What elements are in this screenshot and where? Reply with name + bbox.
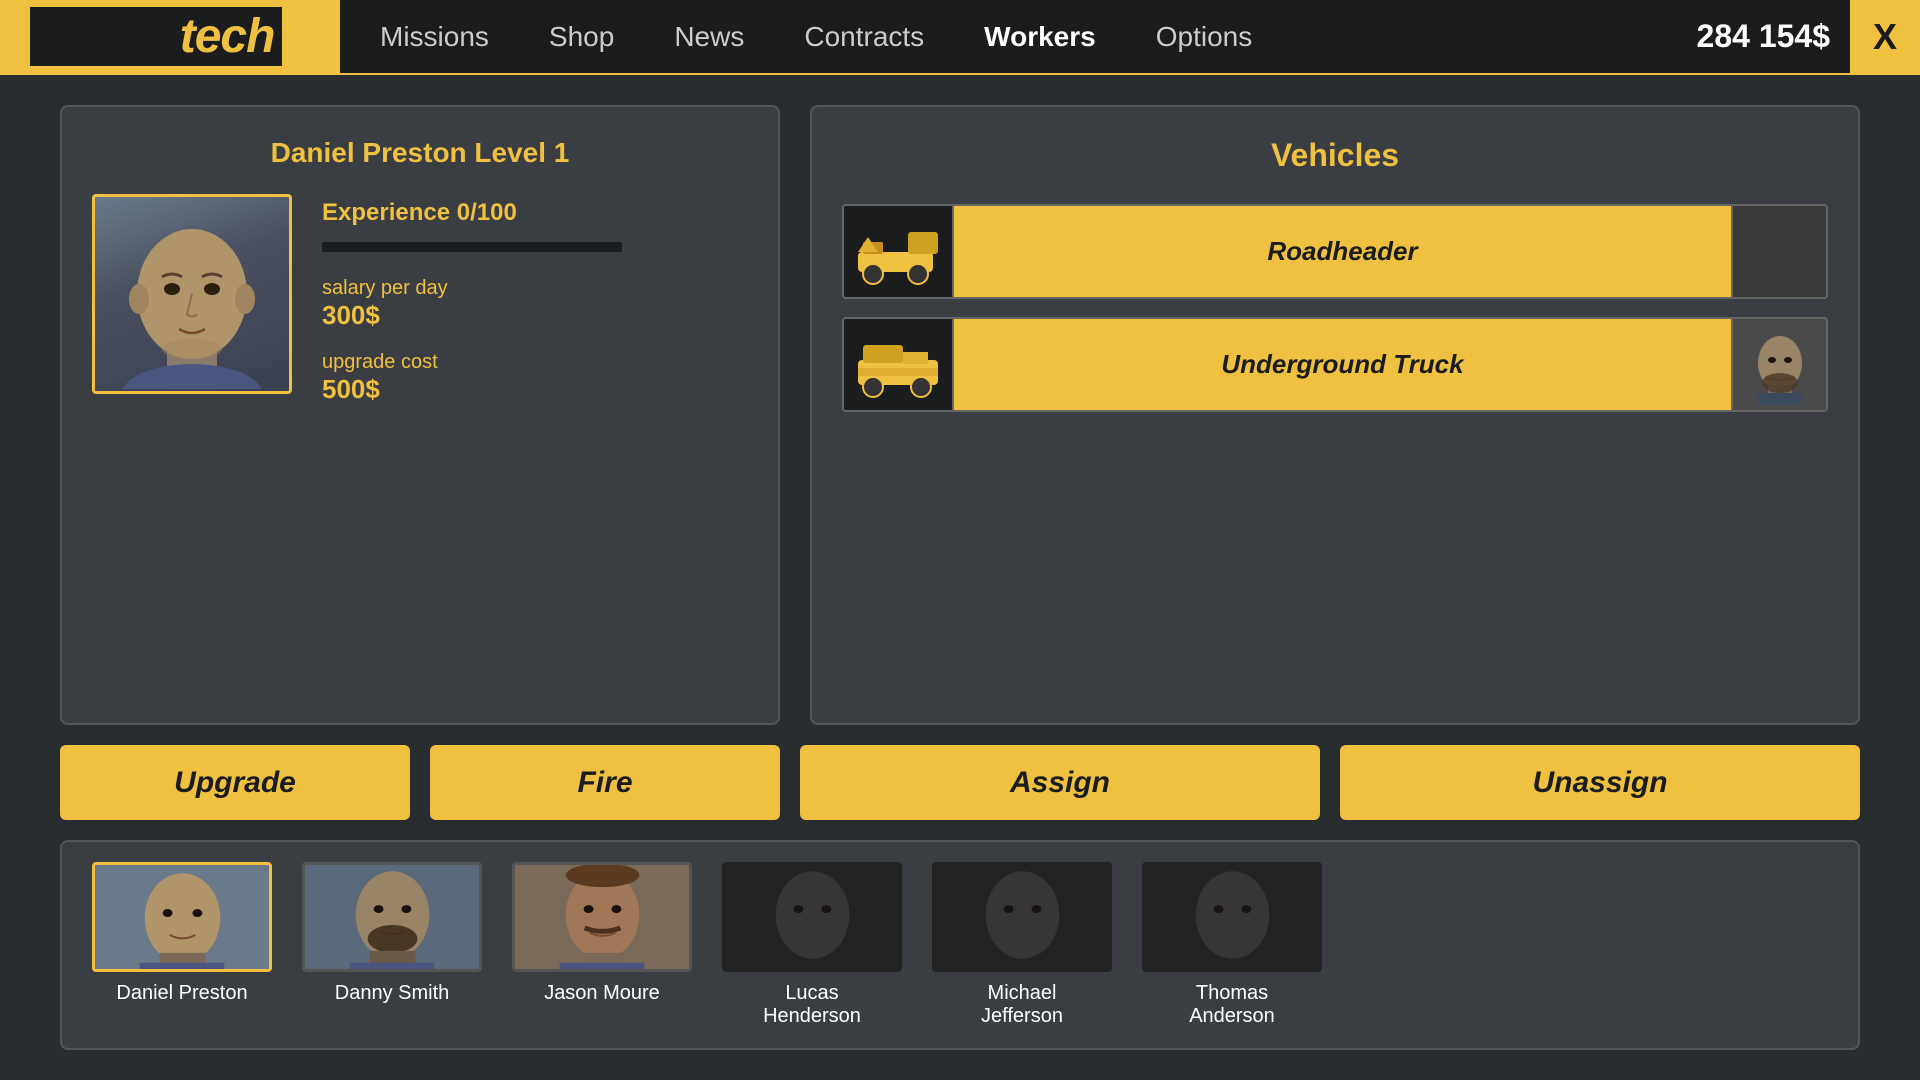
worker-card-thomas[interactable]: Thomas Anderson xyxy=(1142,862,1322,1028)
daniel-face xyxy=(95,863,269,971)
salary-label: salary per day xyxy=(322,277,622,300)
lucas-face xyxy=(725,863,899,971)
worker-panel: Daniel Preston Level 1 xyxy=(60,105,780,725)
main-content: Daniel Preston Level 1 xyxy=(0,75,1920,1080)
upgrade-cost-label: upgrade cost xyxy=(322,351,622,374)
nav-items: Missions Shop News Contracts Workers Opt… xyxy=(340,21,1697,53)
all-buttons-row: Upgrade Fire Assign Unassign xyxy=(60,745,1860,820)
worker-name-lucas: Lucas Henderson xyxy=(763,982,861,1028)
empty-worker-icon xyxy=(1745,217,1815,287)
currency-display: 284 154$ xyxy=(1697,18,1830,55)
topbar: Avedotech Missions Shop News Contracts W… xyxy=(0,0,1920,75)
vehicle-name-roadheader: Roadheader xyxy=(954,206,1731,297)
vehicle-name-underground-truck: Underground Truck xyxy=(954,319,1731,410)
nav-workers[interactable]: Workers xyxy=(984,21,1096,53)
worker-card-daniel[interactable]: Daniel Preston xyxy=(92,862,272,1005)
vehicles-title: Vehicles xyxy=(842,137,1828,174)
worker-info-row: Experience 0/100 salary per day 300$ upg… xyxy=(92,194,748,405)
workers-bar: Daniel Preston Danny Smith xyxy=(60,840,1860,1050)
worker-face-svg xyxy=(107,199,277,389)
worker-thumb-danny[interactable] xyxy=(302,862,482,972)
fire-button[interactable]: Fire xyxy=(430,745,780,820)
worker-avatar xyxy=(92,194,292,394)
unassign-button[interactable]: Unassign xyxy=(1340,745,1860,820)
worker-name-jason: Jason Moure xyxy=(544,982,660,1005)
worker-card-jason[interactable]: Jason Moure xyxy=(512,862,692,1005)
logo-block: Avedotech xyxy=(0,0,340,73)
assign-button[interactable]: Assign xyxy=(800,745,1320,820)
vehicle-worker-underground-truck xyxy=(1731,317,1826,412)
nav-options[interactable]: Options xyxy=(1156,21,1253,53)
nav-news[interactable]: News xyxy=(674,21,744,53)
vehicles-panel: Vehicles Roadheader xyxy=(810,105,1860,725)
worker-title: Daniel Preston Level 1 xyxy=(92,137,748,169)
logo: Avedotech xyxy=(30,7,282,66)
vehicle-image-roadheader xyxy=(844,204,954,299)
worker-avatar-inner xyxy=(95,197,289,391)
nav-contracts[interactable]: Contracts xyxy=(804,21,924,53)
experience-bar xyxy=(322,242,622,252)
worker-thumb-jason[interactable] xyxy=(512,862,692,972)
vehicle-row-roadheader[interactable]: Roadheader xyxy=(842,204,1828,299)
worker-thumb-thomas[interactable] xyxy=(1142,862,1322,972)
upgrade-button[interactable]: Upgrade xyxy=(60,745,410,820)
experience-label: Experience 0/100 xyxy=(322,199,622,227)
worker-thumb-daniel[interactable] xyxy=(92,862,272,972)
logo-text: Avedotech xyxy=(38,10,274,63)
danny-face xyxy=(305,863,479,971)
vehicle-row-underground-truck[interactable]: Underground Truck xyxy=(842,317,1828,412)
upgrade-cost-value: 500$ xyxy=(322,374,622,405)
close-button[interactable]: X xyxy=(1850,0,1920,74)
worker-thumb-lucas[interactable] xyxy=(722,862,902,972)
worker-name-thomas: Thomas Anderson xyxy=(1189,982,1275,1028)
worker-card-michael[interactable]: Michael Jefferson xyxy=(932,862,1112,1028)
salary-value: 300$ xyxy=(322,300,622,331)
assigned-worker-face xyxy=(1740,325,1820,405)
nav-missions[interactable]: Missions xyxy=(380,21,489,53)
nav-shop[interactable]: Shop xyxy=(549,21,614,53)
vehicle-worker-roadheader xyxy=(1731,204,1826,299)
underground-truck-icon xyxy=(853,330,943,400)
logo-part1: Avedo xyxy=(38,10,180,63)
top-panels: Daniel Preston Level 1 xyxy=(60,105,1860,725)
worker-card-danny[interactable]: Danny Smith xyxy=(302,862,482,1005)
logo-part2: tech xyxy=(180,10,275,63)
worker-name-danny: Danny Smith xyxy=(335,982,450,1005)
worker-thumb-michael[interactable] xyxy=(932,862,1112,972)
roadheader-icon xyxy=(853,217,943,287)
worker-stats: Experience 0/100 salary per day 300$ upg… xyxy=(322,194,622,405)
worker-name-daniel: Daniel Preston xyxy=(116,982,247,1005)
vehicle-image-underground-truck xyxy=(844,317,954,412)
worker-card-lucas[interactable]: Lucas Henderson xyxy=(722,862,902,1028)
thomas-face xyxy=(1145,863,1319,971)
jason-face xyxy=(515,863,689,971)
worker-name-michael: Michael Jefferson xyxy=(981,982,1063,1028)
michael-face xyxy=(935,863,1109,971)
